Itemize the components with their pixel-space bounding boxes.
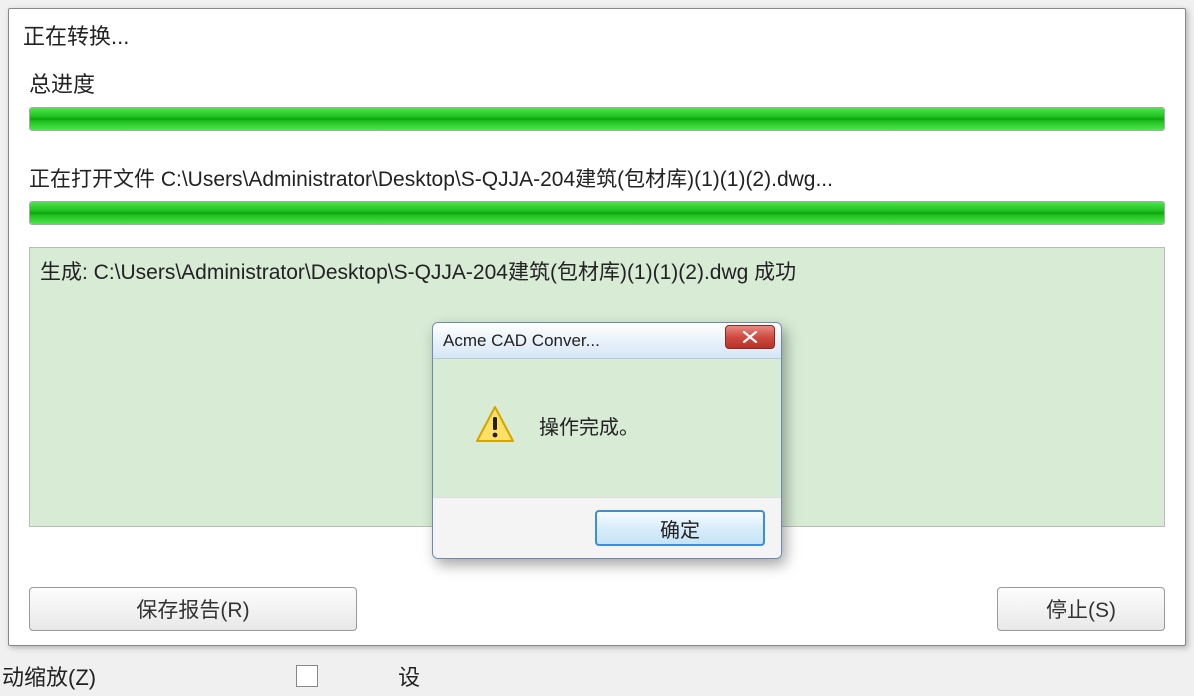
ok-button-label: 确定: [660, 514, 700, 543]
dialog-footer: 确定: [433, 497, 781, 558]
dialog-body: 操作完成。: [433, 359, 781, 497]
dialog-title: Acme CAD Conver...: [443, 331, 725, 351]
stop-button[interactable]: 停止(S): [997, 587, 1165, 631]
save-report-button[interactable]: 保存报告(R): [29, 587, 357, 631]
save-report-button-label: 保存报告(R): [136, 594, 249, 624]
completion-dialog: Acme CAD Conver... 操作完成。 确定: [432, 322, 782, 559]
window-title: 正在转换...: [9, 9, 1185, 59]
close-button[interactable]: [725, 325, 775, 349]
partial-zoom-label: 动缩放(Z): [2, 660, 96, 692]
dialog-message: 操作完成。: [539, 411, 639, 440]
overall-progress-label: 总进度: [29, 67, 1165, 99]
close-icon: [741, 331, 759, 343]
bottom-button-row: 保存报告(R) 停止(S): [29, 587, 1165, 631]
file-progress-section: 正在打开文件 C:\Users\Administrator\Desktop\S-…: [9, 141, 1185, 235]
log-message-line: 生成: C:\Users\Administrator\Desktop\S-QJJ…: [40, 256, 1154, 286]
stop-button-label: 停止(S): [1046, 594, 1116, 624]
overall-progress-bar: [29, 107, 1165, 131]
overall-progress-section: 总进度: [9, 59, 1185, 141]
file-progress-bar: [29, 201, 1165, 225]
file-opening-label: 正在打开文件 C:\Users\Administrator\Desktop\S-…: [29, 163, 1165, 193]
partial-bottom-row: 动缩放(Z) 设: [0, 656, 1194, 696]
overall-progress-fill: [30, 108, 1164, 130]
file-progress-fill: [30, 202, 1164, 224]
warning-icon: [473, 403, 517, 447]
partial-checkbox[interactable]: [296, 665, 318, 687]
partial-settings-label: 设: [398, 660, 420, 692]
ok-button[interactable]: 确定: [595, 510, 765, 546]
dialog-titlebar[interactable]: Acme CAD Conver...: [433, 323, 781, 359]
